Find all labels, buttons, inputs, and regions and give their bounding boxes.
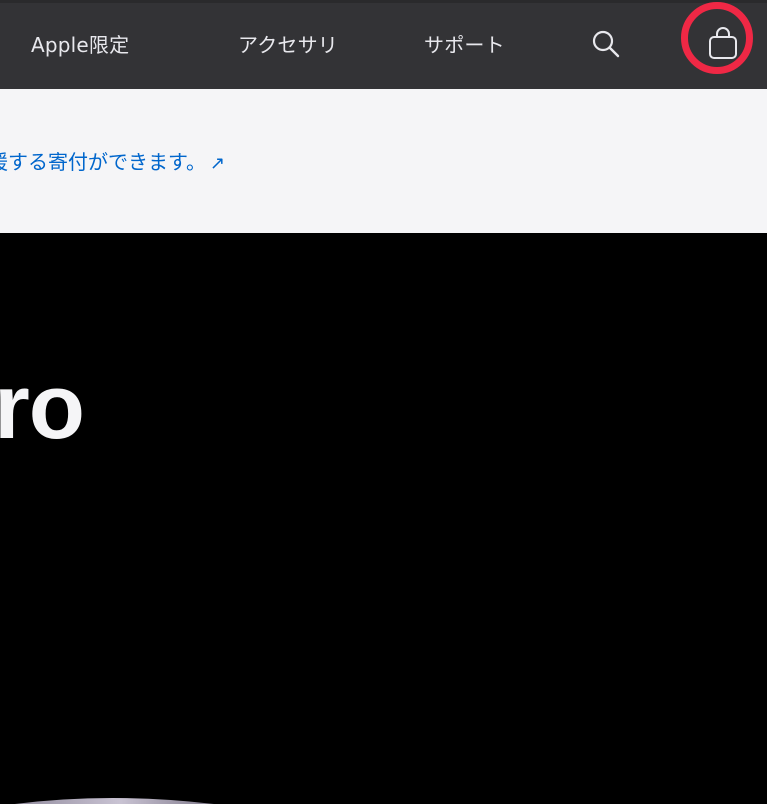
ribbon-banner: 援する寄付ができます。 ↗ [0, 89, 767, 233]
global-nav: Apple限定 アクセサリ サポート [0, 0, 767, 89]
device-image [14, 798, 214, 804]
search-icon[interactable] [590, 28, 622, 60]
nav-link-support[interactable]: サポート [424, 28, 505, 62]
ribbon-donate-link[interactable]: 援する寄付ができます。 ↗ [0, 146, 225, 175]
nav-link-accessories[interactable]: アクセサリ [238, 28, 338, 62]
hero-section: ro [0, 233, 767, 804]
page: Apple限定 アクセサリ サポート 援する寄付ができます。 ↗ ro [0, 0, 767, 804]
ribbon-link-text: 援する寄付ができます。 [0, 150, 206, 174]
external-arrow-icon: ↗ [210, 153, 226, 174]
bag-icon[interactable] [706, 26, 740, 62]
hero-title: ro [0, 356, 85, 458]
nav-link-apple-only[interactable]: Apple限定 [31, 28, 129, 62]
nav-top-edge [0, 0, 767, 3]
